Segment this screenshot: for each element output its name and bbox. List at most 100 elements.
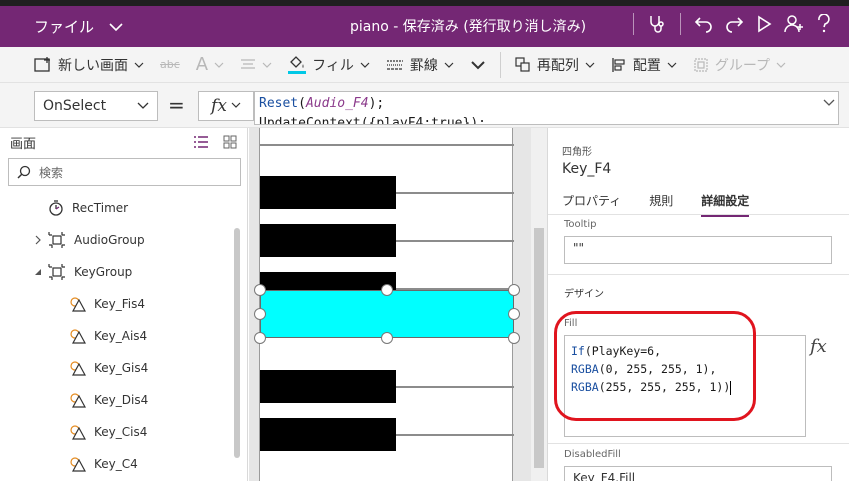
chevron-down-icon [214, 62, 224, 68]
disabled-fill-input[interactable]: Key_F4.Fill [564, 466, 832, 481]
fill-code-keyword: RGBA [571, 380, 599, 394]
tree-search-placeholder: 検索 [39, 165, 64, 180]
control-name[interactable]: Key_F4 [562, 161, 611, 177]
formula-line-2: UpdateContext({playF4:true}); [259, 116, 486, 125]
chevron-down-icon [585, 62, 595, 68]
expand-arrow-icon[interactable] [34, 235, 42, 245]
fill-label: フィル [312, 57, 354, 74]
share-user-icon[interactable] [779, 12, 809, 36]
align-label: 配置 [632, 57, 661, 74]
ribbon-separator [499, 51, 501, 78]
fill-code-keyword: RGBA [571, 362, 599, 376]
fill-button[interactable]: フィル [280, 47, 378, 83]
collapse-arrow-icon[interactable] [34, 267, 42, 277]
tree-item-label: Key_Dis4 [94, 393, 149, 407]
resize-handle-top-right[interactable] [508, 284, 520, 296]
black-key[interactable] [260, 224, 396, 257]
group-label: グループ [714, 57, 771, 74]
tree-item-audiogroup[interactable]: AudioGroup [0, 224, 240, 256]
tree-item-key-fis4[interactable]: Key_Fis4 [0, 288, 240, 320]
file-menu[interactable]: ファイル [34, 16, 124, 37]
property-dropdown-value: OnSelect [43, 98, 107, 114]
tree-item-key-ais4[interactable]: Key_Ais4 [0, 320, 240, 352]
align-text-icon [241, 58, 256, 69]
title-bar-actions [625, 12, 839, 36]
timer-icon [49, 200, 63, 216]
disabled-fill-label: DisabledFill [564, 449, 621, 460]
play-preview-icon[interactable] [749, 12, 779, 36]
function-button[interactable]: fx [198, 91, 254, 121]
resize-handle-top-left[interactable] [254, 284, 266, 296]
black-key[interactable] [260, 272, 396, 290]
new-screen-button[interactable]: 新しい画面 [26, 47, 152, 83]
tree-search-input[interactable]: 検索 [8, 158, 241, 186]
ribbon-toolbar: 新しい画面 abc A フィル 罫線 再配列 配置 グループ [0, 47, 849, 83]
tree-item-key-c4[interactable]: Key_C4 [0, 448, 240, 480]
black-key[interactable] [260, 176, 396, 209]
chevron-down-icon [360, 62, 370, 68]
white-key-divider [260, 144, 514, 146]
tree-item-key-gis4[interactable]: Key_Gis4 [0, 352, 240, 384]
text-cursor [730, 380, 732, 395]
undo-icon[interactable] [689, 12, 719, 36]
black-key[interactable] [260, 418, 396, 451]
canvas-scrollbar[interactable] [531, 128, 547, 481]
reorder-button[interactable]: 再配列 [507, 47, 603, 83]
black-key[interactable] [260, 370, 396, 403]
strikethrough-button[interactable]: abc [152, 47, 188, 83]
list-view-icon[interactable] [193, 135, 209, 149]
resize-handle-left[interactable] [254, 308, 266, 320]
formula-input[interactable]: Reset(Audio_F4); UpdateContext({playF4:t… [254, 91, 839, 125]
help-question-icon[interactable] [809, 12, 839, 36]
fill-formula-input[interactable]: If(PlayKey=6, RGBA(0, 255, 255, 1), RGBA… [564, 335, 806, 437]
ribbon-collapse-button[interactable] [462, 47, 494, 83]
section-divider [548, 443, 849, 444]
shape-icon [70, 425, 86, 440]
tree-item-keygroup[interactable]: KeyGroup [0, 256, 240, 288]
chevron-down-icon [667, 62, 677, 68]
section-divider [548, 274, 849, 275]
font-color-button[interactable]: A [188, 47, 232, 83]
text-align-button[interactable] [232, 47, 280, 83]
tree-item-rectimer[interactable]: RecTimer [0, 192, 240, 224]
align-button[interactable]: 配置 [603, 47, 685, 83]
tree-item-key-dis4[interactable]: Key_Dis4 [0, 384, 240, 416]
formula-line-1: Reset(Audio_F4); [259, 96, 385, 111]
tree-item-label: Key_Cis4 [94, 425, 148, 439]
tabs-divider [548, 214, 849, 215]
redo-icon[interactable] [719, 12, 749, 36]
formula-function-name: Reset [259, 96, 299, 111]
fill-code-rest: (PlayKey=6, [584, 344, 662, 358]
property-dropdown[interactable]: OnSelect [34, 91, 158, 121]
tree-scrollbar[interactable] [234, 228, 240, 458]
tree-item-label: Key_C4 [94, 457, 138, 471]
selected-key-f4[interactable] [260, 290, 514, 338]
formula-expand-chevron-icon[interactable] [823, 99, 835, 107]
app-checker-stethoscope-icon[interactable] [642, 12, 672, 36]
border-button[interactable]: 罫線 [378, 47, 462, 83]
resize-handle-top[interactable] [381, 284, 393, 296]
thumbnail-view-icon[interactable] [223, 135, 237, 149]
search-icon [17, 165, 31, 179]
tree-item-label: AudioGroup [74, 233, 145, 247]
resize-handle-bottom[interactable] [381, 332, 393, 344]
tooltip-input[interactable]: "" [564, 236, 832, 264]
chevron-down-icon [109, 22, 123, 31]
resize-handle-bottom-left[interactable] [254, 332, 266, 344]
design-section-title: デザイン [564, 289, 604, 300]
canvas-scrollbar-thumb[interactable] [534, 228, 544, 468]
border-label: 罫線 [409, 57, 438, 74]
tree-item-label: Key_Fis4 [94, 297, 146, 311]
tree-item-label: Key_Gis4 [94, 361, 149, 375]
resize-handle-right[interactable] [508, 308, 520, 320]
tree-list: RecTimer AudioGroup KeyGroup Key_Fis4 Ke… [0, 192, 240, 480]
fill-code-rest: (0, 255, 255, 1), [598, 362, 717, 376]
fx-icon[interactable]: fx [810, 336, 827, 357]
tree-item-key-cis4[interactable]: Key_Cis4 [0, 416, 240, 448]
title-bar: ファイル piano - 保存済み (発行取り消し済み) [0, 0, 849, 47]
resize-handle-bottom-right[interactable] [508, 332, 520, 344]
border-style-icon [386, 59, 403, 70]
fill-code-keyword: If [571, 344, 585, 358]
tree-header-title: 画面 [10, 136, 37, 152]
group-button[interactable]: グループ [685, 47, 794, 83]
